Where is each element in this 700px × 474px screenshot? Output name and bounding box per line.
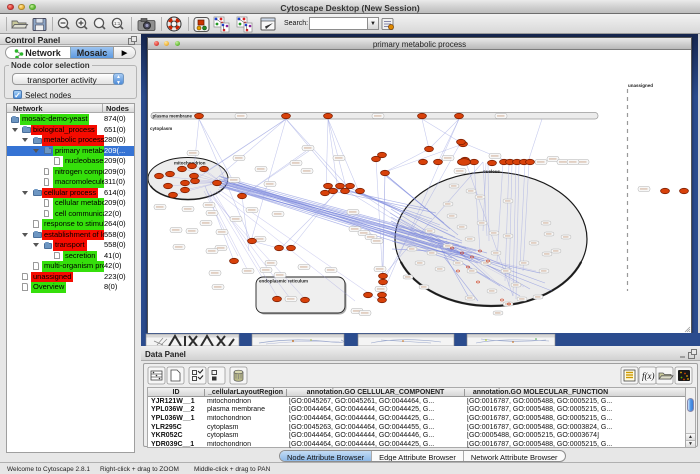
- svg-text:plasma membrane: plasma membrane: [153, 114, 193, 119]
- svg-text:unassigned: unassigned: [628, 83, 653, 88]
- svg-text:f(x): f(x): [642, 371, 655, 381]
- svg-text:endoplasmic reticulum: endoplasmic reticulum: [259, 279, 308, 284]
- svg-text:1:1: 1:1: [114, 21, 121, 26]
- svg-text:cytoplasm: cytoplasm: [150, 126, 172, 131]
